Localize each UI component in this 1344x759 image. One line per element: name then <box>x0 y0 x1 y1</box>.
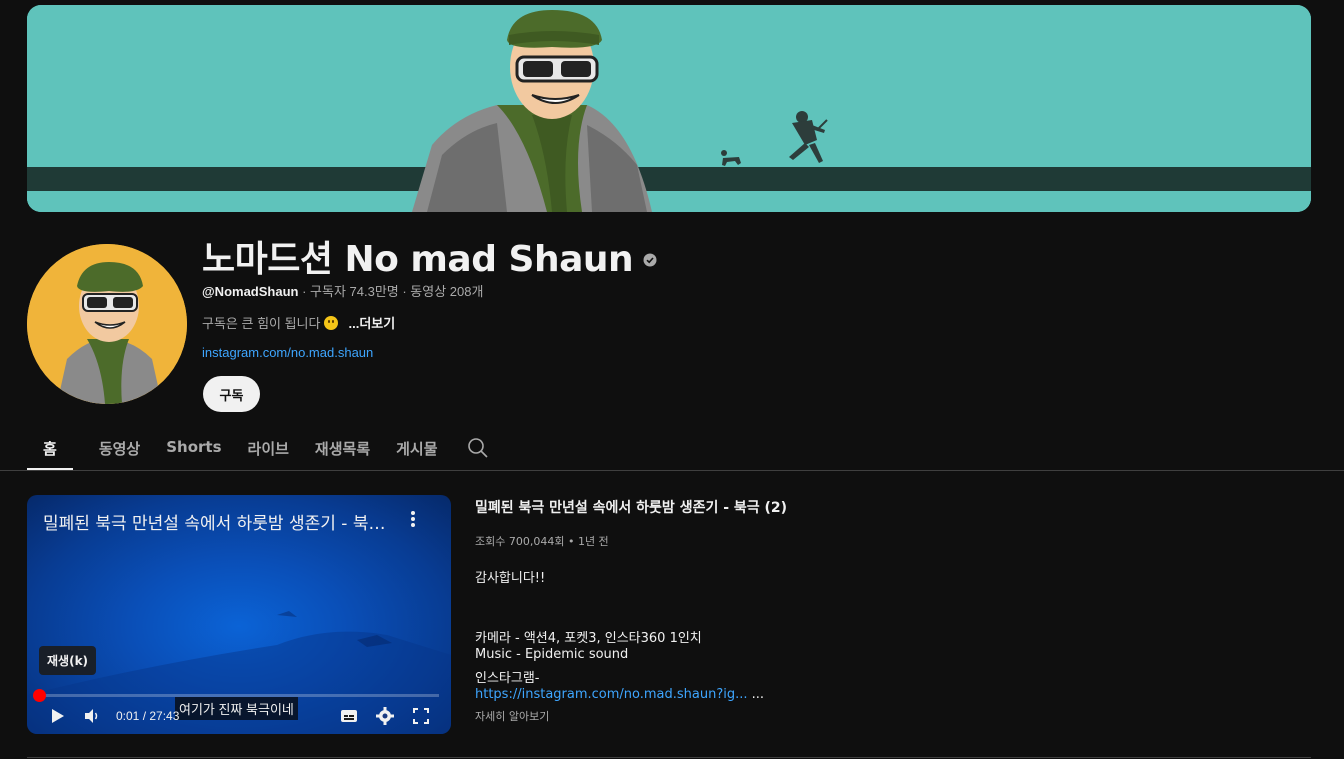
description-ellipsis: ... <box>747 687 765 702</box>
channel-avatar[interactable] <box>27 244 187 404</box>
video-description-line: Music - Epidemic sound <box>475 647 629 662</box>
tab-playlists[interactable]: 재생목록 <box>315 426 370 470</box>
more-link[interactable]: ...더보기 <box>348 313 395 332</box>
time-display: 0:01 / 27:43 <box>116 709 180 723</box>
section-divider <box>27 757 1311 758</box>
tab-shorts[interactable]: Shorts <box>166 426 221 470</box>
video-player[interactable]: 밀폐된 북극 만년설 속에서 하룻밤 생존기 - 북극 (2) 재생(k) 여기… <box>27 495 451 734</box>
progress-bar[interactable] <box>39 694 439 697</box>
more-vert-icon[interactable] <box>403 509 423 529</box>
tab-videos[interactable]: 동영상 <box>99 426 140 470</box>
progress-scrubber[interactable] <box>33 689 46 702</box>
tab-posts[interactable]: 게시물 <box>396 426 437 470</box>
tab-live[interactable]: 라이브 <box>248 426 289 470</box>
video-description-link-line: https://instagram.com/no.mad.shaun?ig...… <box>475 687 764 702</box>
tab-home[interactable]: 홈 <box>27 426 73 470</box>
grinning-face-emoji <box>324 315 339 330</box>
play-icon[interactable] <box>46 705 68 727</box>
channel-tabs: 홈 동영상 Shorts 라이브 재생목록 게시물 <box>27 426 490 470</box>
avatar-illustration <box>27 244 187 404</box>
youtube-channel-page: 노마드션 No mad Shaun @NomadShaun · 구독자 74.3… <box>0 0 1344 759</box>
video-caption: 여기가 진짜 북극이네 <box>175 697 298 720</box>
channel-stats: · 구독자 74.3만명 · 동영상 208개 <box>298 284 484 299</box>
subtitles-icon[interactable] <box>338 705 360 727</box>
volume-icon[interactable] <box>81 705 103 727</box>
tabs-divider <box>0 470 1344 471</box>
channel-external-link[interactable]: instagram.com/no.mad.shaun <box>202 345 373 360</box>
settings-gear-icon[interactable] <box>374 705 396 727</box>
verified-check-icon <box>643 253 657 267</box>
channel-description[interactable]: 구독은 큰 힘이 됩니다 ...더보기 <box>202 313 395 332</box>
channel-name: 노마드션 No mad Shaun <box>202 239 634 280</box>
channel-meta: @NomadShaun · 구독자 74.3만명 · 동영상 208개 <box>202 281 483 300</box>
banner-illustration <box>27 5 1311 212</box>
channel-title: 노마드션 No mad Shaun <box>202 230 657 282</box>
subscribe-button[interactable]: 구독 <box>203 376 260 412</box>
video-description-line: 인스타그램- <box>475 671 540 686</box>
channel-description-text: 구독은 큰 힘이 됩니다 <box>202 316 321 331</box>
player-title[interactable]: 밀폐된 북극 만년설 속에서 하룻밤 생존기 - 북극 (2) <box>43 509 393 534</box>
video-stats: 조회수 700,044회 • 1년 전 <box>475 535 609 548</box>
video-description-line: 카메라 - 액션4, 포켓3, 인스타360 1인치 <box>475 631 702 646</box>
search-icon[interactable] <box>466 436 490 460</box>
read-more-link[interactable]: 자세히 알아보기 <box>475 708 549 724</box>
featured-video-title[interactable]: 밀폐된 북극 만년설 속에서 하룻밤 생존기 - 북극 (2) <box>475 497 787 517</box>
description-instagram-link[interactable]: https://instagram.com/no.mad.shaun?ig... <box>475 687 748 702</box>
video-description-line: 감사합니다!! <box>475 571 546 586</box>
fullscreen-icon[interactable] <box>410 705 432 727</box>
channel-banner <box>27 5 1311 212</box>
channel-handle: @NomadShaun <box>202 284 299 299</box>
play-tooltip: 재생(k) <box>39 646 97 675</box>
